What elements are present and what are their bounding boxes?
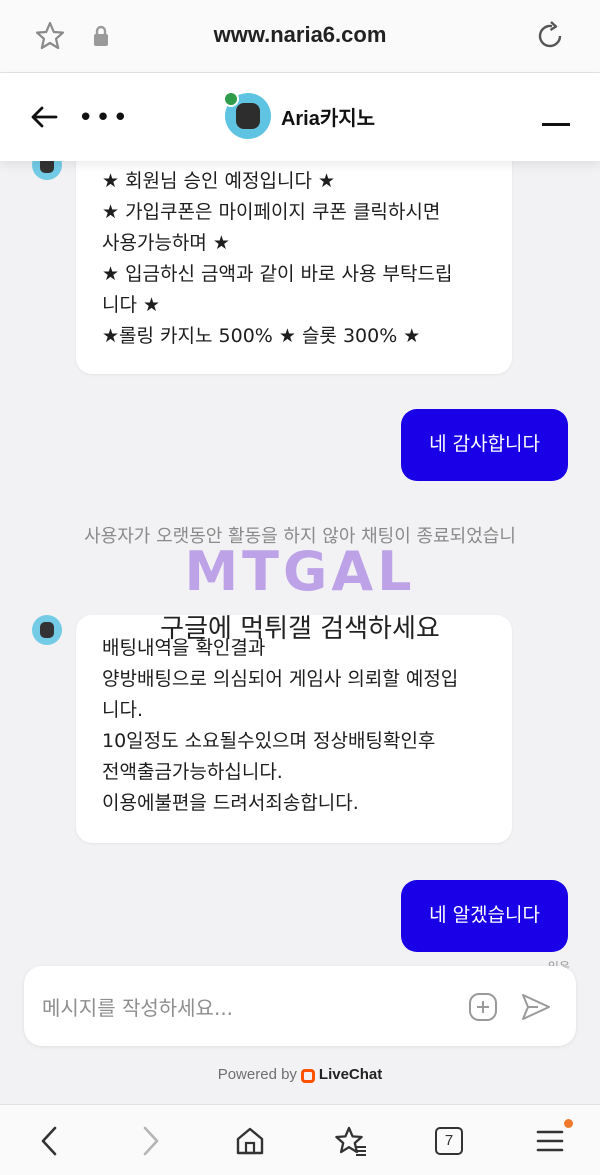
agent-message: ★ 회원님 승인 예정입니다 ★ ★ 가입쿠폰은 마이페이지 쿠폰 클릭하시면 … [76, 130, 512, 374]
user-message: 네 감사합니다 [401, 409, 568, 481]
tabs-button[interactable]: 7 [435, 1127, 463, 1155]
powered-by[interactable]: Powered by LiveChat [0, 1066, 600, 1083]
livechat-brand: LiveChat [318, 1066, 383, 1083]
bookmarks-icon[interactable] [334, 1125, 368, 1161]
notification-dot [564, 1119, 573, 1128]
message-line: 이용에불편을 드려서죄송합니다. [102, 792, 359, 814]
message-line: 10일정도 소요될수있으며 정상배팅확인후 [102, 730, 436, 752]
add-attachment-icon[interactable] [468, 992, 498, 1026]
user-message: 네 알겠습니다 [401, 880, 568, 952]
online-status-dot [222, 91, 239, 107]
chat-header: ••• Aria카지노 [0, 73, 600, 161]
message-line: ★ 가입쿠폰은 마이페이지 쿠폰 클릭하시면 [102, 201, 441, 223]
message-line: 양방배팅으로 의심되어 게임사 의뢰할 예정입 [102, 668, 459, 690]
agent-name: Aria카지노 [280, 107, 376, 130]
menu-icon[interactable] [536, 1129, 564, 1157]
agent-message: 배팅내역을 확인결과 양방배팅으로 의심되어 게임사 의뢰할 예정입 니다. 1… [76, 615, 512, 843]
message-line: 전액출금가능하십니다. [102, 761, 283, 783]
message-composer: 메시지를 작성하세요... [24, 966, 576, 1046]
agent-avatar [222, 91, 271, 139]
livechat-logo-icon [300, 1069, 315, 1083]
powered-prefix: Powered by [217, 1066, 297, 1083]
reload-icon[interactable] [534, 20, 566, 56]
message-line: 사용가능하며 ★ [102, 232, 230, 254]
url-field[interactable]: www.naria6.com [0, 22, 600, 48]
forward-icon[interactable] [140, 1125, 162, 1161]
message-line: 니다. [102, 699, 143, 721]
back-icon[interactable] [38, 1125, 60, 1161]
agent-info: Aria카지노 [0, 91, 600, 143]
message-line: ★롤링 카지노 500% ★ 슬롯 300% ★ [102, 325, 421, 347]
watermark-logo: MTGAL [184, 540, 416, 603]
browser-address-bar: www.naria6.com [0, 0, 600, 73]
message-line: ★ 입금하신 금액과 같이 바로 사용 부탁드립 [102, 263, 453, 285]
minimize-icon[interactable] [542, 123, 570, 126]
home-icon[interactable] [234, 1125, 266, 1161]
send-icon[interactable] [520, 992, 552, 1026]
browser-bottom-nav: 7 [0, 1104, 600, 1175]
watermark-text: 구글에 먹튀갤 검색하세요 [160, 614, 440, 644]
message-line: ★ 회원님 승인 예정입니다 ★ [102, 170, 336, 192]
message-line: 니다 ★ [102, 294, 161, 316]
message-input[interactable]: 메시지를 작성하세요... [42, 992, 233, 1021]
